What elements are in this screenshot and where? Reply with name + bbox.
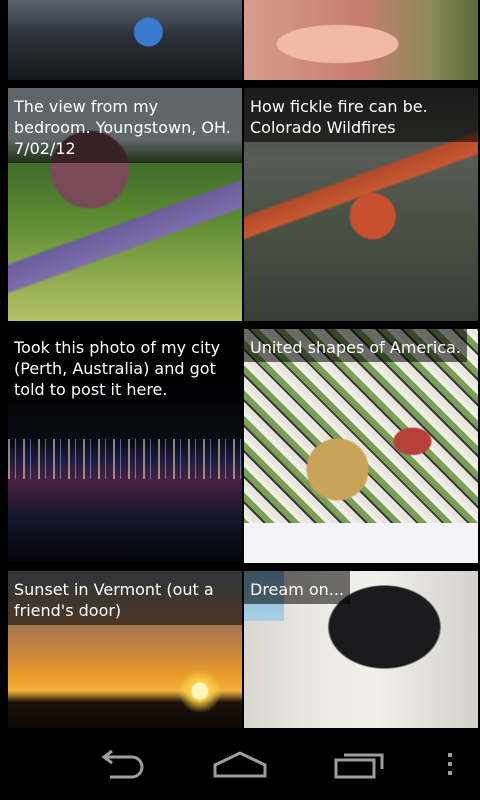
tile-caption: Took this photo of my city (Perth, Austr… — [8, 329, 242, 404]
tile-image — [8, 0, 242, 80]
home-button[interactable] — [204, 742, 276, 786]
recent-apps-button[interactable] — [324, 742, 396, 786]
tile-caption: United shapes of America. — [244, 329, 467, 362]
screen: The view from my bedroom. Youngstown, OH… — [0, 0, 480, 800]
image-grid: The view from my bedroom. Youngstown, OH… — [0, 0, 480, 731]
overflow-menu-button[interactable] — [436, 742, 464, 786]
gallery-tile[interactable] — [8, 0, 242, 80]
gallery-tile[interactable]: The view from my bedroom. Youngstown, OH… — [8, 88, 242, 321]
overflow-menu-icon — [448, 753, 452, 775]
gallery-tile[interactable]: United shapes of America. — [244, 329, 478, 563]
gallery-tile[interactable]: Dream on... — [244, 571, 478, 731]
back-button[interactable] — [84, 742, 156, 786]
gallery-tile[interactable]: Took this photo of my city (Perth, Austr… — [8, 329, 242, 563]
tile-caption: The view from my bedroom. Youngstown, OH… — [8, 88, 242, 163]
recent-apps-icon — [334, 753, 384, 779]
tile-caption: Dream on... — [244, 571, 351, 604]
tile-caption: Sunset in Vermont (out a friend's door) — [8, 571, 242, 625]
home-icon — [213, 751, 267, 778]
gallery-tile[interactable] — [244, 0, 478, 80]
back-arrow-icon — [101, 749, 144, 779]
gallery-tile[interactable]: Sunset in Vermont (out a friend's door) — [8, 571, 242, 731]
tile-image — [244, 329, 478, 563]
system-navigation-bar — [0, 728, 480, 800]
tile-image — [244, 0, 478, 80]
gallery-tile[interactable]: How fickle fire can be. Colorado Wildfir… — [244, 88, 478, 321]
tile-caption: How fickle fire can be. Colorado Wildfir… — [244, 88, 478, 142]
